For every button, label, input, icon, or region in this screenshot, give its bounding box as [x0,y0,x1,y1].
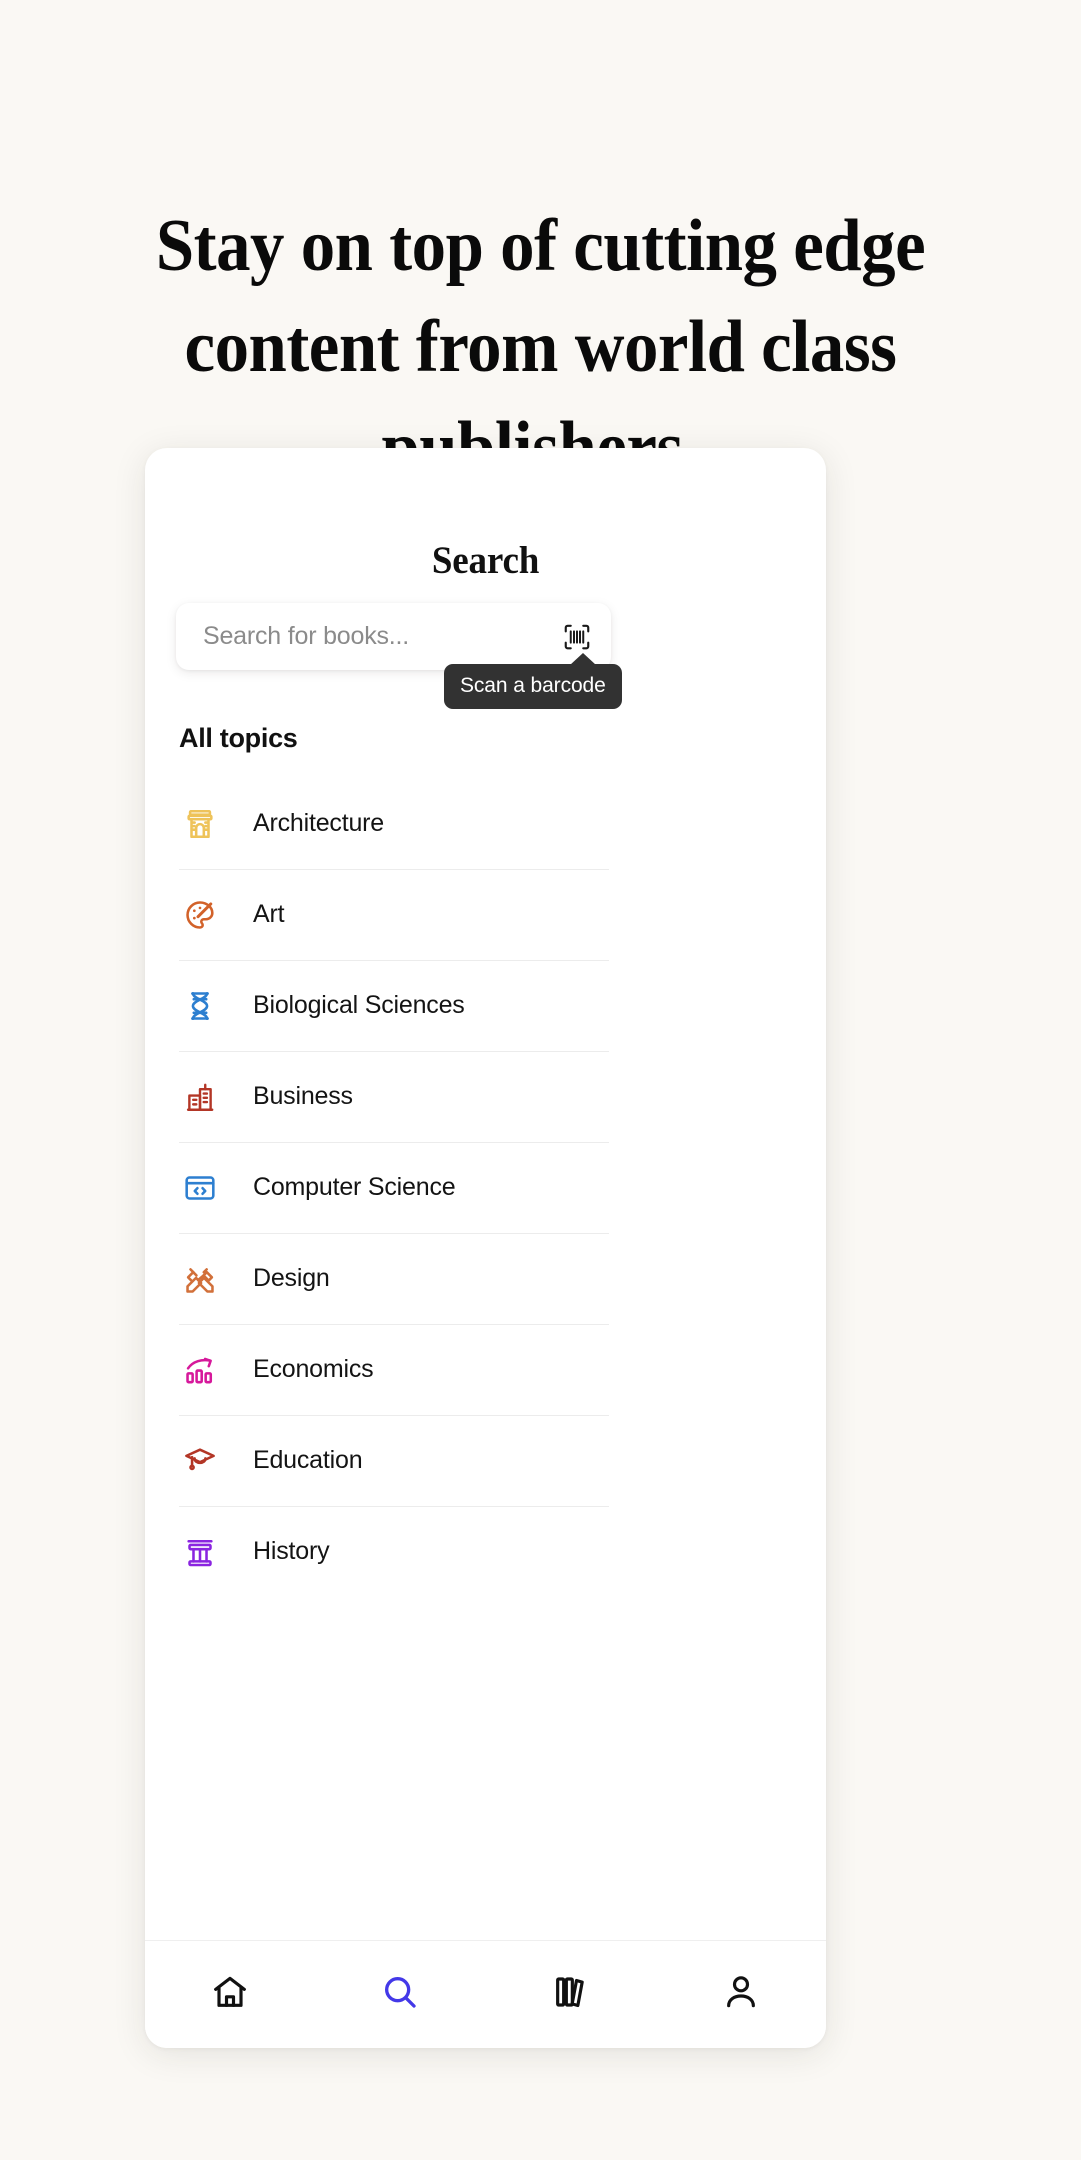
topic-label: Design [253,1264,330,1292]
topic-label: Art [253,900,285,928]
topic-label: Computer Science [253,1173,456,1201]
topic-row-history[interactable]: History [179,1506,609,1597]
graduation-cap-icon [179,1440,221,1482]
search-input[interactable]: Search for books... [203,622,559,651]
search-screen-title: Search [431,539,540,582]
topic-label: Business [253,1082,353,1110]
arch-monument-icon [179,803,221,845]
topic-label: Education [253,1446,363,1474]
all-topics-heading: All topics [179,723,298,753]
topic-row-computer-science[interactable]: Computer Science [179,1142,609,1233]
topic-row-architecture[interactable]: Architecture [179,778,609,869]
barcode-scan-icon[interactable] [559,619,595,655]
profile-icon [721,1972,761,2017]
search-input-container[interactable]: Search for books... [176,603,611,670]
topics-list: Architecture Art Biological Sciences Bus… [179,778,609,1597]
office-building-icon [179,1076,221,1118]
topic-label: Biological Sciences [253,991,465,1019]
topic-label: History [253,1537,330,1565]
topic-row-design[interactable]: Design [179,1233,609,1324]
topic-label: Architecture [253,809,384,837]
card-inner: Search Search for books... Scan a barcod… [145,448,826,2048]
topic-row-biological-sciences[interactable]: Biological Sciences [179,960,609,1051]
dna-helix-icon [179,985,221,1027]
library-icon [551,1972,591,2017]
greek-column-icon [179,1531,221,1573]
topic-row-economics[interactable]: Economics [179,1324,609,1415]
topic-row-education[interactable]: Education [179,1415,609,1506]
barcode-tooltip: Scan a barcode [444,653,622,709]
topic-row-business[interactable]: Business [179,1051,609,1142]
topic-label: Economics [253,1355,374,1383]
nav-item-profile[interactable] [701,1965,781,2025]
search-icon [380,1972,420,2017]
growth-chart-icon [179,1349,221,1391]
nav-item-home[interactable] [190,1965,270,2025]
nav-item-search[interactable] [360,1965,440,2025]
phone-preview-card: Search Search for books... Scan a barcod… [145,448,826,2048]
nav-item-library[interactable] [531,1965,611,2025]
bottom-navigation-bar [145,1940,826,2048]
topic-row-art[interactable]: Art [179,869,609,960]
paint-palette-icon [179,894,221,936]
home-icon [210,1972,250,2017]
pencil-ruler-icon [179,1258,221,1300]
page-root: Stay on top of cutting edge content from… [0,0,1081,2160]
code-window-icon [179,1167,221,1209]
